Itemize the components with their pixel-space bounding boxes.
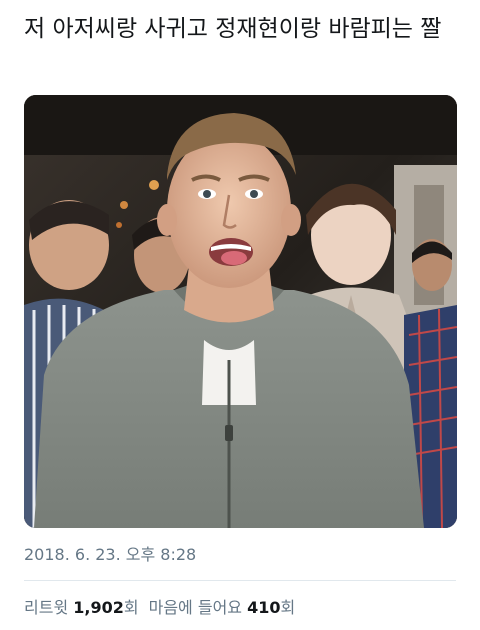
tweet-photo[interactable] [24,95,457,528]
likes-count: 410 [247,598,281,617]
likes-unit: 회 [280,598,296,617]
likes-stat[interactable]: 마음에 들어요 410회 [149,598,296,617]
tweet-stats: 리트윗 1,902회 마음에 들어요 410회 [24,594,295,618]
retweets-label: 리트윗 [24,598,69,617]
likes-label: 마음에 들어요 [148,598,243,617]
tweet-timestamp[interactable]: 2018. 6. 23. 오후 8:28 [24,541,196,565]
tweet-text: 저 아저씨랑 사귀고 정재현이랑 바람피는 짤 [24,16,442,42]
photo-illustration [24,95,457,528]
retweets-count: 1,902 [73,598,124,617]
retweets-unit: 회 [123,598,139,617]
retweets-stat[interactable]: 리트윗 1,902회 [24,598,139,617]
divider [24,580,456,581]
